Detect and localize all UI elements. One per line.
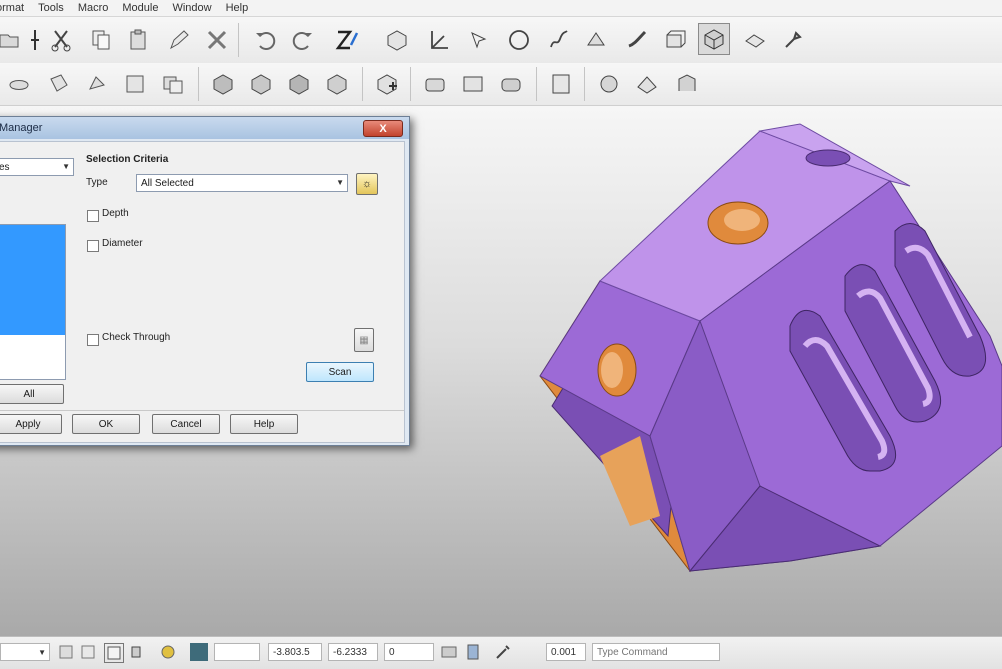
apply-button[interactable]: Apply bbox=[0, 414, 62, 434]
layer-icon[interactable] bbox=[128, 643, 146, 661]
chevron-down-icon: ▼ bbox=[336, 178, 344, 187]
shape2-icon[interactable] bbox=[44, 69, 74, 99]
tolerance-field[interactable]: 0.001 bbox=[546, 643, 586, 661]
menu-format[interactable]: ormat bbox=[0, 2, 24, 14]
snap-icon[interactable] bbox=[58, 643, 76, 661]
shape8-icon[interactable] bbox=[284, 69, 314, 99]
shape16-icon[interactable] bbox=[632, 69, 662, 99]
scan-button[interactable]: Scan bbox=[306, 362, 374, 382]
swatch-icon[interactable] bbox=[190, 643, 208, 661]
funnel-icon: ☼ bbox=[361, 178, 373, 190]
axis-icon[interactable] bbox=[424, 25, 454, 55]
cancel-button[interactable]: Cancel bbox=[152, 414, 220, 434]
close-button[interactable]: X bbox=[363, 120, 403, 137]
selection-manager-dialog: Manager X es ▼ All Selection Criteria Ty… bbox=[0, 116, 410, 446]
shape13-icon[interactable] bbox=[496, 69, 526, 99]
selected-list-item[interactable] bbox=[0, 225, 65, 335]
dialog-body: es ▼ All Selection Criteria Type All Sel… bbox=[0, 141, 405, 443]
extrude-icon[interactable] bbox=[660, 25, 690, 55]
pick-button[interactable]: ▦ bbox=[354, 328, 374, 352]
z-coordinate: 0 bbox=[384, 643, 434, 661]
y-coordinate: -6.2333 bbox=[328, 643, 378, 661]
type-label: Type bbox=[86, 177, 108, 188]
sketch-z-icon[interactable] bbox=[332, 25, 362, 55]
grid-icon: ▦ bbox=[359, 334, 369, 346]
shape7-icon[interactable] bbox=[246, 69, 276, 99]
ok-button[interactable]: OK bbox=[72, 414, 140, 434]
delete-x-icon[interactable] bbox=[202, 25, 232, 55]
edit-pen-icon[interactable] bbox=[164, 25, 194, 55]
command-input[interactable] bbox=[592, 643, 720, 661]
status-bar: ▼ -3.803.5 -6.2333 0 0.001 bbox=[0, 636, 1002, 669]
divider bbox=[0, 410, 404, 411]
menu-bar: ormat Tools Macro Module Window Help bbox=[0, 0, 1002, 17]
criteria-heading: Selection Criteria bbox=[86, 154, 169, 165]
menu-help[interactable]: Help bbox=[226, 2, 249, 14]
shape15-icon[interactable] bbox=[594, 69, 624, 99]
shape1-icon[interactable] bbox=[4, 69, 34, 99]
sweep-icon[interactable] bbox=[622, 25, 652, 55]
solid-box-icon[interactable] bbox=[382, 25, 412, 55]
diameter-label: Diameter bbox=[102, 238, 143, 249]
help-button[interactable]: Help bbox=[230, 414, 298, 434]
filter-dropdown[interactable]: es ▼ bbox=[0, 158, 74, 176]
feature-toolbar bbox=[0, 63, 1002, 106]
circle-icon[interactable] bbox=[504, 25, 534, 55]
menu-window[interactable]: Window bbox=[172, 2, 211, 14]
layer-dropdown[interactable]: ▼ bbox=[0, 643, 50, 661]
color-icon[interactable] bbox=[160, 643, 178, 661]
view-cube-icon[interactable] bbox=[698, 23, 730, 55]
measure-icon[interactable] bbox=[440, 643, 458, 661]
menu-tools[interactable]: Tools bbox=[38, 2, 64, 14]
select-arrow-icon[interactable] bbox=[464, 25, 494, 55]
check-through-checkbox[interactable] bbox=[87, 334, 99, 346]
tools-icon[interactable] bbox=[778, 25, 808, 55]
cut-scissors-icon[interactable] bbox=[46, 25, 76, 55]
filter-dropdown-value: es bbox=[0, 161, 10, 173]
check-through-label: Check Through bbox=[102, 332, 171, 343]
shape17-icon[interactable] bbox=[672, 69, 702, 99]
ortho-icon[interactable] bbox=[104, 643, 124, 663]
dialog-title: Manager bbox=[0, 122, 43, 134]
depth-checkbox[interactable] bbox=[87, 210, 99, 222]
shape4-icon[interactable] bbox=[120, 69, 150, 99]
calc-icon[interactable] bbox=[464, 643, 482, 661]
select-filter-button[interactable]: ☼ bbox=[356, 173, 378, 195]
chevron-down-icon: ▼ bbox=[62, 162, 70, 171]
all-button[interactable]: All bbox=[0, 384, 64, 404]
shape5-icon[interactable] bbox=[158, 69, 188, 99]
spline-icon[interactable] bbox=[544, 25, 574, 55]
undo-icon[interactable] bbox=[250, 25, 280, 55]
diameter-checkbox[interactable] bbox=[87, 240, 99, 252]
x-coordinate: -3.803.5 bbox=[268, 643, 322, 661]
feature-icon[interactable] bbox=[582, 25, 612, 55]
selection-list[interactable] bbox=[0, 224, 66, 380]
dialog-titlebar[interactable]: Manager X bbox=[0, 117, 409, 139]
shape9-icon[interactable] bbox=[322, 69, 352, 99]
redo-icon[interactable] bbox=[288, 25, 318, 55]
copy-icon[interactable] bbox=[86, 25, 116, 55]
chevron-down-icon: ▼ bbox=[38, 647, 46, 657]
grid-snap-icon[interactable] bbox=[80, 643, 98, 661]
menu-module[interactable]: Module bbox=[122, 2, 158, 14]
shape12-icon[interactable] bbox=[458, 69, 488, 99]
main-toolbar bbox=[0, 17, 1002, 64]
type-dropdown[interactable]: All Selected ▼ bbox=[136, 174, 348, 192]
tool-icon[interactable] bbox=[494, 643, 512, 661]
shape10-icon[interactable] bbox=[372, 69, 402, 99]
shape6-icon[interactable] bbox=[208, 69, 238, 99]
shape14-icon[interactable] bbox=[546, 69, 576, 99]
render-icon[interactable] bbox=[740, 25, 770, 55]
paste-icon[interactable] bbox=[124, 25, 154, 55]
shape3-icon[interactable] bbox=[82, 69, 112, 99]
menu-macro[interactable]: Macro bbox=[78, 2, 109, 14]
blank-field[interactable] bbox=[214, 643, 260, 661]
shape11-icon[interactable] bbox=[420, 69, 450, 99]
type-dropdown-value: All Selected bbox=[141, 177, 194, 189]
depth-label: Depth bbox=[102, 208, 129, 219]
